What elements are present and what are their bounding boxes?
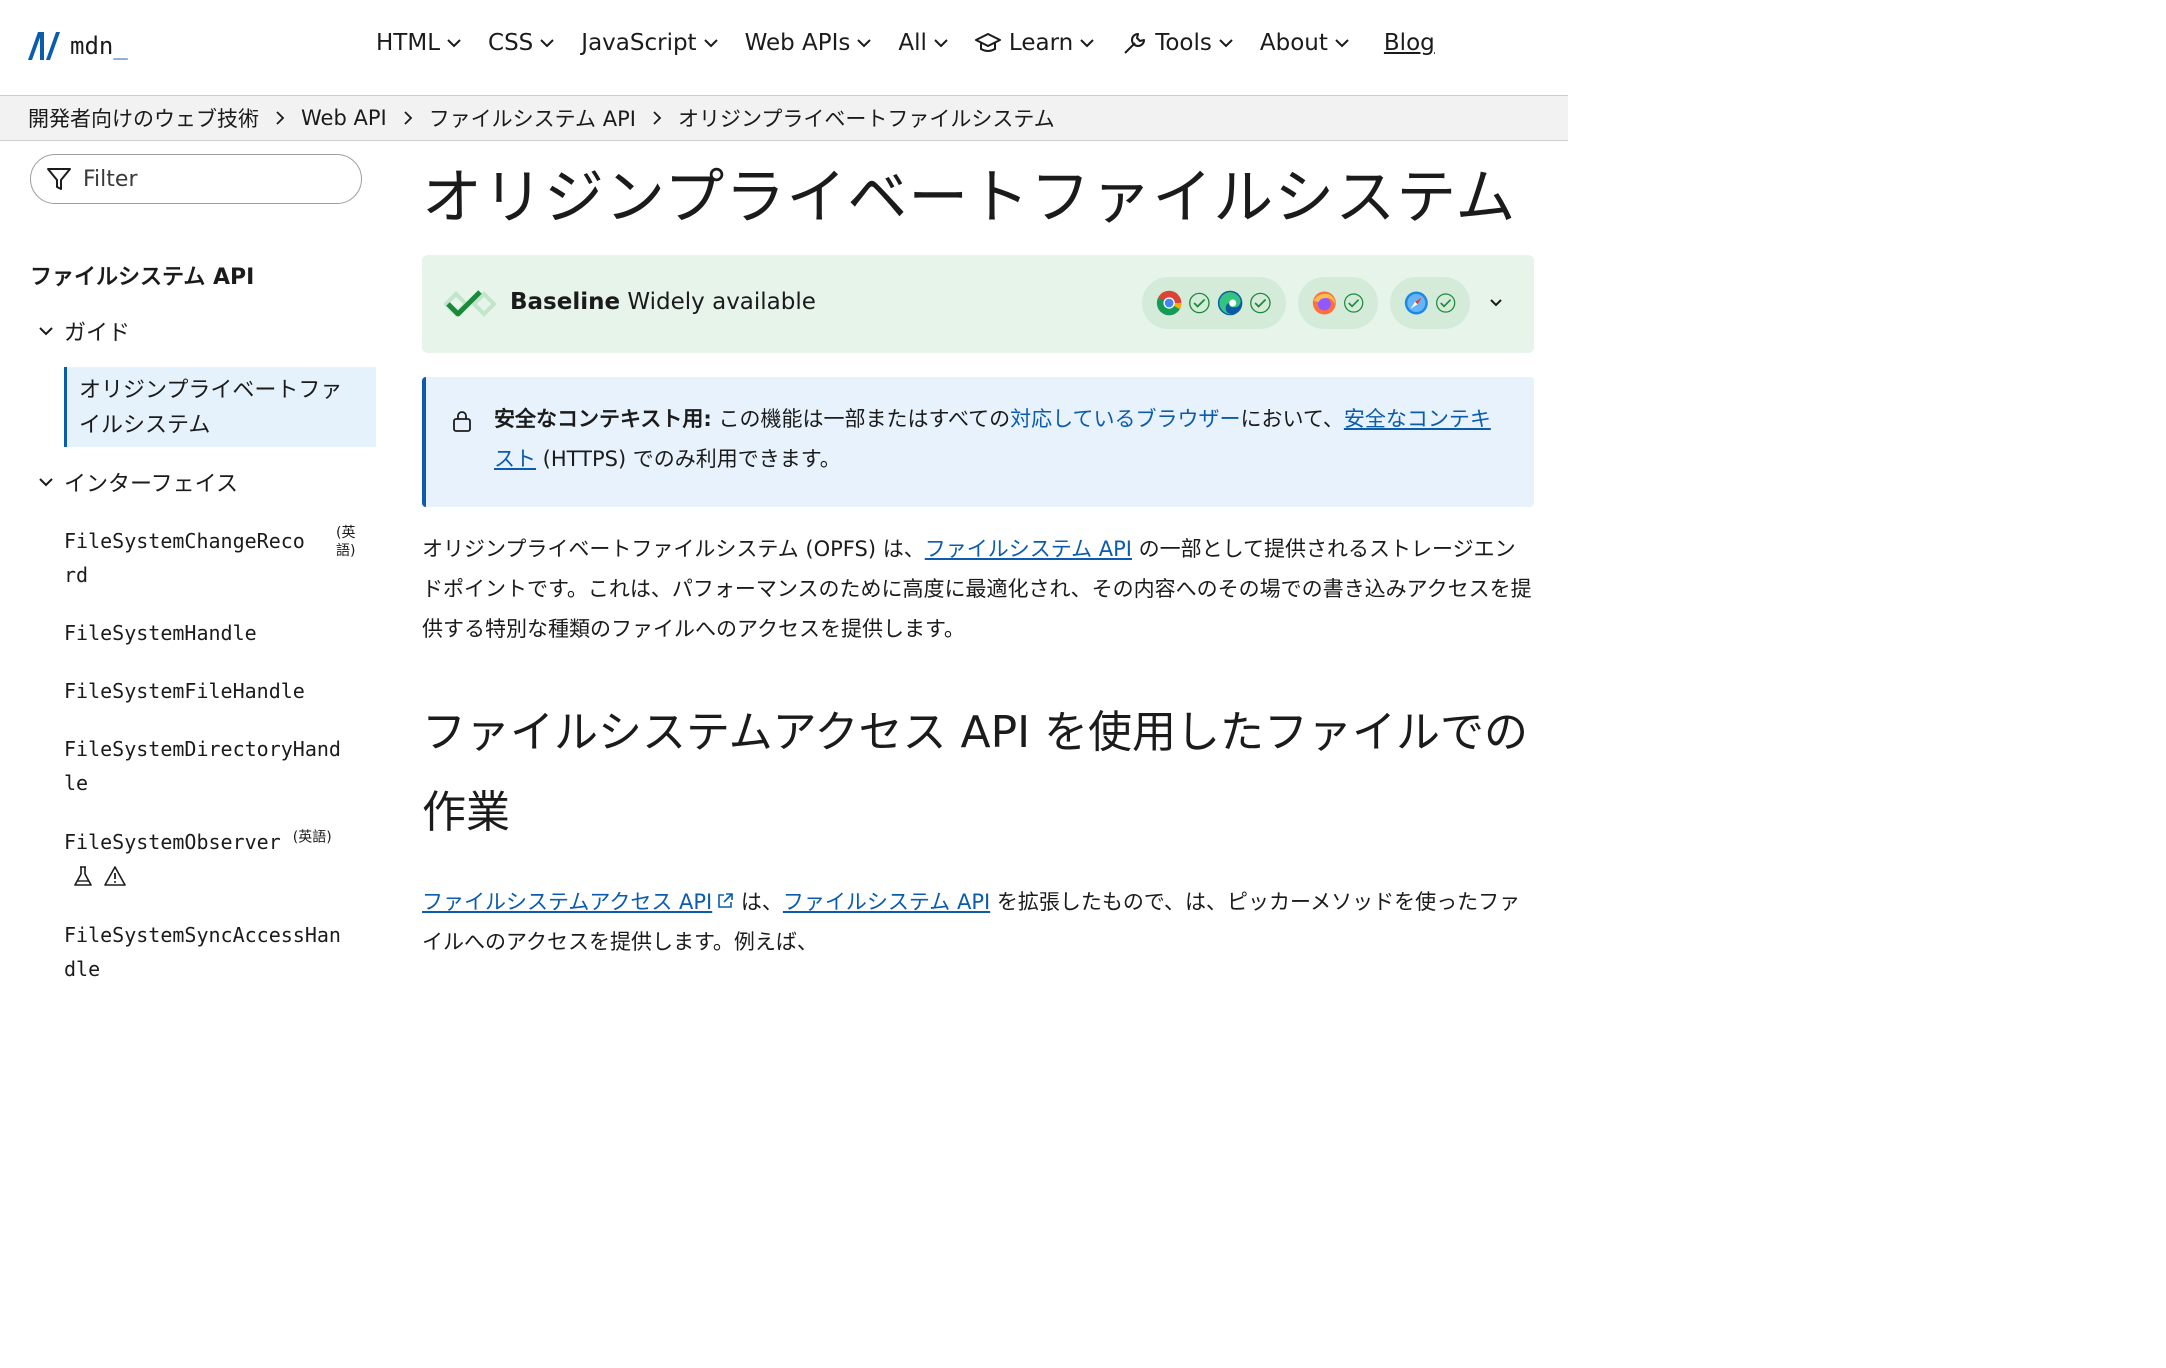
nav-all-label: All	[898, 30, 927, 56]
intro-paragraph: オリジンプライベートファイルシステム (OPFS) は、ファイルシステム API…	[422, 537, 1532, 641]
browser-support-firefox	[1298, 277, 1378, 329]
sidebar-group-interfaces-label: インターフェイス	[64, 472, 239, 497]
filter-icon	[47, 168, 71, 190]
sidebar-title[interactable]: ファイルシステム API	[30, 259, 254, 291]
nav-tools[interactable]: Tools	[1121, 30, 1234, 56]
chevron-down-icon	[39, 327, 53, 336]
nav-web-apis[interactable]: Web APIs	[745, 30, 873, 56]
section-paragraph: ファイルシステムアクセス API は、ファイルシステム API を拡張したもので…	[422, 890, 1521, 954]
sidebar-item-label: オリジンプライベートファ	[79, 378, 343, 403]
browser-support-safari	[1390, 277, 1470, 329]
mdn-logo-icon	[28, 32, 60, 60]
baseline-label: Baseline Widely available	[510, 289, 816, 315]
sidebar-item-label: FileSystemChangeReco	[64, 529, 305, 553]
nav-html[interactable]: HTML	[376, 30, 462, 56]
nav-css[interactable]: CSS	[488, 30, 555, 56]
nav-javascript[interactable]: JavaScript	[581, 30, 718, 56]
nav-blog-link[interactable]: Blog	[1384, 30, 1435, 56]
sidebar-item-filesystemdirectoryhandle[interactable]: FileSystemDirectoryHand le	[64, 732, 341, 800]
nav-about[interactable]: About	[1260, 30, 1350, 56]
sidebar-item-label: FileSystemDirectoryHand	[64, 737, 341, 761]
nav-css-label: CSS	[488, 30, 534, 56]
chevron-down-icon	[1335, 39, 1349, 48]
logo-text: mdn	[70, 32, 114, 60]
nav-learn[interactable]: Learn	[974, 30, 1095, 56]
check-circle-icon	[1343, 293, 1363, 313]
filter-box[interactable]	[30, 154, 362, 204]
chevron-right-icon	[276, 111, 285, 125]
sidebar-item-filesystemchangerecord[interactable]: FileSystemChangeReco rd (英 語)	[64, 524, 355, 592]
sidebar-group-guides[interactable]: ガイド	[38, 315, 130, 347]
main-nav: HTML CSS JavaScript Web APIs All Learn T…	[376, 30, 1435, 56]
notice-text: 安全なコンテキスト用: この機能は一部またはすべての対応しているブラウザーにおい…	[494, 407, 1491, 471]
sidebar-item-filesystemsyncaccesshandle[interactable]: FileSystemSyncAccessHan dle	[64, 918, 341, 986]
check-circle-icon	[1250, 292, 1271, 314]
safari-icon	[1404, 291, 1428, 315]
nav-learn-label: Learn	[1008, 30, 1074, 56]
section-heading: ファイルシステムアクセス API を使用したファイルでの作業	[422, 707, 1529, 838]
sidebar-group-interfaces[interactable]: インターフェイス	[38, 466, 238, 498]
secure-context-notice: 安全なコンテキスト用: この機能は一部またはすべての対応しているブラウザーにおい…	[422, 377, 1534, 507]
chevron-down-icon	[39, 478, 53, 487]
chevron-down-icon	[703, 39, 718, 48]
sidebar-item-label: rd	[64, 563, 89, 587]
breadcrumb: 開発者向けのウェブ技術 Web API ファイルシステム API オリジンプライ…	[0, 96, 1568, 141]
sidebar-group-guides-label: ガイド	[64, 321, 131, 346]
file-system-api-link[interactable]: ファイルシステム API	[783, 890, 990, 914]
firefox-icon	[1312, 291, 1336, 315]
chevron-down-icon	[447, 39, 461, 48]
logo-underscore: _	[113, 32, 128, 60]
nav-html-label: HTML	[376, 30, 441, 56]
english-tag: (英語)	[292, 829, 332, 846]
check-circle-icon	[1435, 293, 1455, 313]
chevron-down-icon[interactable]	[1488, 295, 1504, 311]
chevron-right-icon	[404, 111, 412, 125]
check-circle-icon	[1189, 292, 1210, 314]
chrome-icon	[1156, 290, 1182, 316]
file-system-access-api-link[interactable]: ファイルシステムアクセス API	[422, 890, 734, 914]
sidebar-item-label: dle	[64, 957, 101, 981]
english-tag: (英 語)	[336, 525, 356, 559]
chevron-down-icon	[1219, 39, 1233, 48]
site-header: mdn_ HTML CSS JavaScript Web APIs All Le…	[0, 0, 1568, 96]
chevron-down-icon	[1080, 39, 1094, 48]
sidebar-item-label: FileSystemSyncAccessHan	[64, 923, 341, 947]
sidebar-item-label: FileSystemObserver	[64, 830, 281, 854]
breadcrumb-item[interactable]: Web API	[301, 106, 387, 130]
breadcrumb-item[interactable]: ファイルシステム API	[429, 103, 636, 133]
edge-icon	[1217, 290, 1243, 316]
chevron-right-icon	[653, 111, 662, 125]
graduation-cap-icon	[974, 33, 1001, 52]
sidebar-item-filesystemhandle[interactable]: FileSystemHandle	[64, 616, 257, 650]
supported-browsers-link[interactable]: 対応しているブラウザー	[1010, 407, 1240, 431]
sidebar-item-filesystemobserver[interactable]: FileSystemObserver (英語)	[64, 825, 332, 887]
sidebar-item-label: le	[64, 771, 89, 795]
sidebar-item-opfs-active[interactable]: オリジンプライベートファ イルシステム	[64, 367, 376, 447]
mdn-logo[interactable]: mdn_	[26, 30, 128, 62]
warning-icon	[104, 866, 126, 886]
nav-javascript-label: JavaScript	[581, 30, 697, 56]
nav-tools-label: Tools	[1155, 30, 1212, 56]
wrench-icon	[1124, 33, 1146, 54]
lock-icon	[453, 411, 471, 432]
sidebar-item-filesystemfilehandle[interactable]: FileSystemFileHandle	[64, 674, 305, 708]
chevron-down-icon	[934, 39, 948, 48]
filter-input[interactable]	[81, 165, 345, 193]
sidebar: ファイルシステム API ガイド オリジンプライベートファ イルシステム インタ…	[0, 141, 390, 990]
baseline-check-icon	[444, 290, 497, 317]
nav-all[interactable]: All	[898, 30, 949, 56]
nav-about-label: About	[1259, 30, 1328, 56]
browser-support-chromium	[1142, 277, 1286, 329]
nav-web-apis-label: Web APIs	[744, 30, 851, 56]
chevron-down-icon	[857, 39, 872, 48]
breadcrumb-current[interactable]: オリジンプライベートファイルシステム	[678, 103, 1055, 133]
sidebar-item-label: イルシステム	[79, 413, 211, 438]
external-link-icon	[718, 893, 734, 908]
baseline-banner[interactable]: Baseline Widely available	[422, 255, 1534, 353]
file-system-api-link[interactable]: ファイルシステム API	[925, 537, 1132, 561]
experimental-flask-icon	[74, 866, 92, 886]
page-title: オリジンプライベートファイルシステム	[422, 163, 1517, 233]
breadcrumb-item[interactable]: 開発者向けのウェブ技術	[28, 103, 259, 133]
chevron-down-icon	[540, 39, 554, 48]
